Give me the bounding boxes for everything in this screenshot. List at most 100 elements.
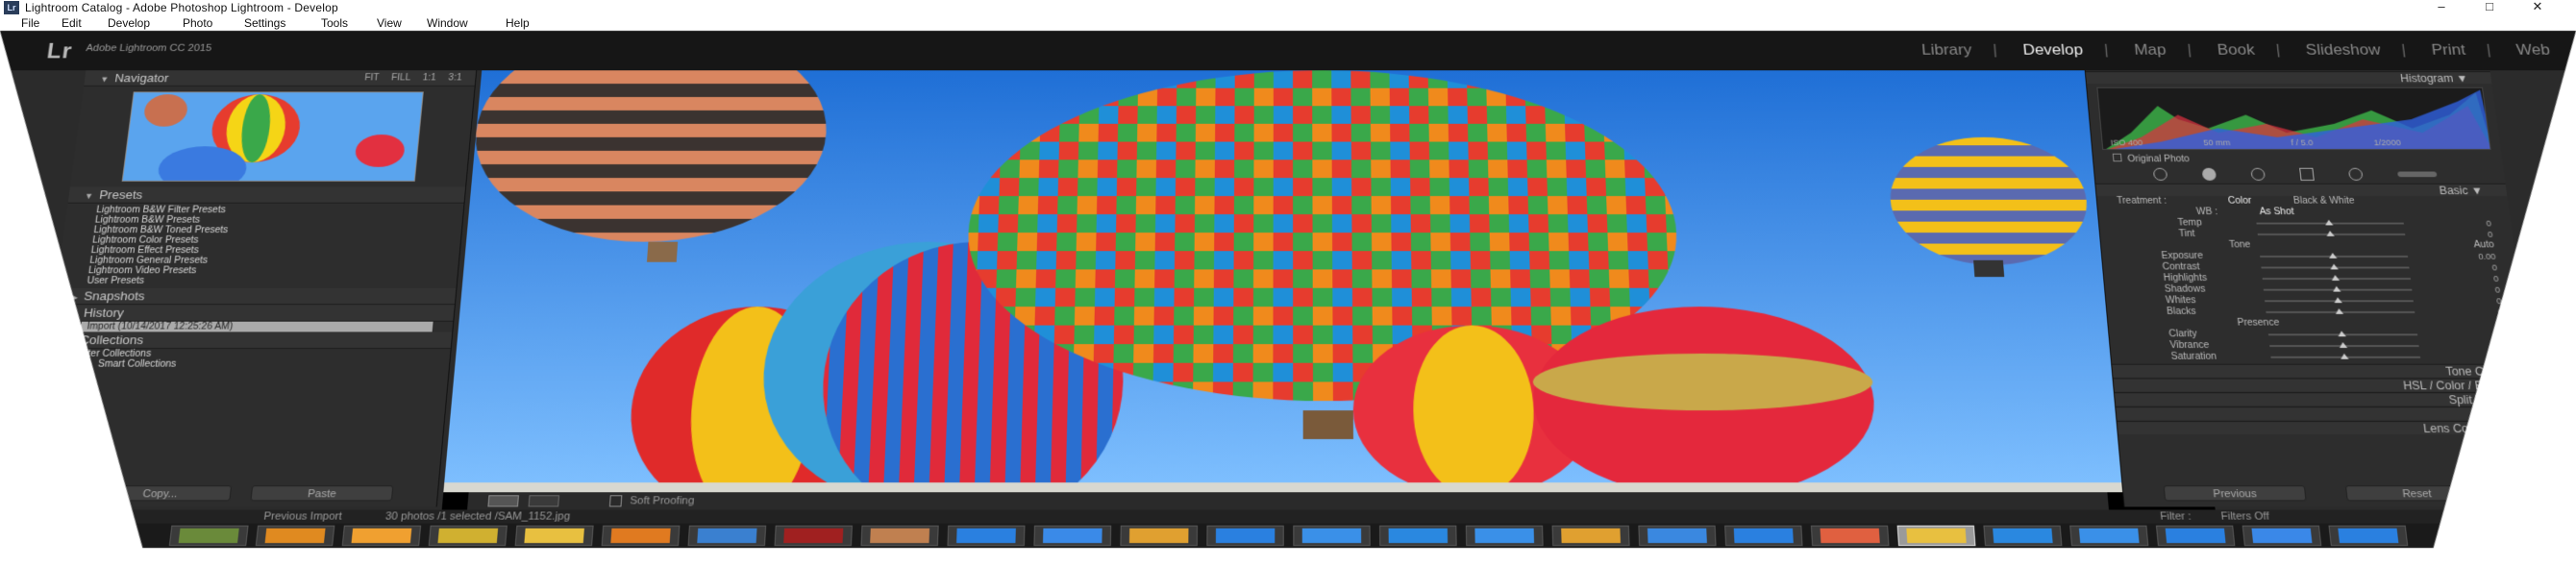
detail-header[interactable]: Detail xyxy=(2116,406,2538,420)
module-slideshow[interactable]: Slideshow xyxy=(2305,41,2382,58)
filmstrip-thumb[interactable] xyxy=(1811,526,1890,546)
module-book[interactable]: Book xyxy=(2217,41,2256,58)
treatment-bw[interactable]: Black & White xyxy=(2292,196,2355,206)
paste-button[interactable]: Paste xyxy=(250,485,393,501)
history-item[interactable]: Import (10/14/2017 12:25:26 AM) xyxy=(81,322,433,332)
zoom-1-1[interactable]: 1:1 xyxy=(422,73,436,83)
split-toning-header[interactable]: Split Toning xyxy=(2115,392,2536,406)
filmstrip-thumb[interactable] xyxy=(860,526,938,546)
list-item[interactable]: Lightroom General Presets xyxy=(60,256,459,266)
filter-dropdown[interactable]: Filters Off xyxy=(2220,509,2270,523)
highlights-slider-row[interactable]: Highlights 0 xyxy=(2104,273,2519,284)
collection-item[interactable]: Smart Collections xyxy=(45,359,450,370)
filmstrip-thumb[interactable] xyxy=(1379,526,1457,546)
wb-dropdown[interactable]: As Shot xyxy=(2259,207,2294,216)
close-button[interactable]: ✕ xyxy=(2518,0,2557,15)
histogram[interactable]: ISO 400 50 mm f / 5.0 1/2000 xyxy=(2096,87,2490,150)
spot-removal-icon[interactable] xyxy=(2202,168,2217,181)
list-item[interactable]: Lightroom B&W Presets xyxy=(65,215,463,225)
navigator-preview[interactable] xyxy=(122,91,424,181)
shadows-slider-row[interactable]: Shadows 0 xyxy=(2105,284,2521,296)
filmstrip-thumb-selected[interactable] xyxy=(1897,526,1976,546)
filmstrip-thumb[interactable] xyxy=(1120,526,1198,546)
filmstrip-thumb[interactable] xyxy=(688,526,767,546)
auto-tone-button[interactable]: Auto xyxy=(2473,240,2495,251)
exposure-slider-row[interactable]: Exposure 0.00 xyxy=(2102,251,2516,262)
loupe-view-icon[interactable] xyxy=(487,495,519,506)
filmstrip-thumb[interactable] xyxy=(169,526,249,546)
zoom-fill[interactable]: FILL xyxy=(391,73,411,83)
menu-develop[interactable]: Develop xyxy=(108,15,150,31)
menu-photo[interactable]: Photo xyxy=(183,15,212,31)
menu-view[interactable]: View xyxy=(377,15,402,31)
whites-slider-row[interactable]: Whites 0 xyxy=(2106,295,2522,307)
navigator-header[interactable]: ▼ Navigator FIT FILL 1:1 3:1 xyxy=(84,70,476,86)
history-header[interactable]: ▼ History xyxy=(52,305,455,321)
filmstrip-thumb[interactable] xyxy=(2242,526,2322,546)
graduated-filter-icon[interactable] xyxy=(2299,168,2315,181)
list-item[interactable]: Lightroom Color Presets xyxy=(62,235,461,246)
list-item[interactable]: Lightroom B&W Filter Presets xyxy=(66,206,463,215)
module-develop[interactable]: Develop xyxy=(2022,41,2084,58)
photo-canvas[interactable] xyxy=(441,70,2216,516)
tone-curve-header[interactable]: Tone Curve xyxy=(2112,364,2532,378)
zoom-3-1[interactable]: 3:1 xyxy=(448,73,462,83)
filmstrip-thumb[interactable] xyxy=(1033,526,1111,546)
copy-button[interactable]: Copy... xyxy=(88,485,232,501)
filmstrip-thumb[interactable] xyxy=(256,526,335,546)
previous-button[interactable]: Previous xyxy=(2164,485,2307,501)
filmstrip-thumb[interactable] xyxy=(1552,526,1630,546)
basic-header[interactable]: Basic ▼ xyxy=(2095,184,2507,196)
snapshots-header[interactable]: ▶ Snapshots xyxy=(54,288,456,305)
list-item[interactable]: Lightroom B&W Toned Presets xyxy=(63,225,461,234)
left-panel-toggle-icon[interactable]: ◀ xyxy=(22,274,33,287)
module-print[interactable]: Print xyxy=(2431,41,2466,58)
module-library[interactable]: Library xyxy=(1921,41,1972,58)
filmstrip-thumb[interactable] xyxy=(1983,526,2062,546)
filmstrip-thumb[interactable] xyxy=(342,526,421,546)
filmstrip-thumb[interactable] xyxy=(947,526,1025,546)
filmstrip-thumb[interactable] xyxy=(2069,526,2148,546)
filmstrip-source[interactable]: Previous Import xyxy=(263,509,343,523)
list-item[interactable]: Lightroom Video Presets xyxy=(58,266,458,277)
filmstrip-thumb[interactable] xyxy=(429,526,508,546)
filmstrip-thumb[interactable] xyxy=(775,526,853,546)
soft-proofing-checkbox[interactable] xyxy=(609,495,623,506)
clarity-slider-row[interactable]: Clarity 0 xyxy=(2109,329,2527,340)
vibrance-slider-row[interactable]: Vibrance 0 xyxy=(2110,340,2528,352)
filmstrip-thumb[interactable] xyxy=(2328,526,2408,546)
list-item[interactable]: Lightroom Effect Presets xyxy=(61,245,459,256)
filmstrip-thumb[interactable] xyxy=(1638,526,1716,546)
original-photo-toggle[interactable]: Original Photo xyxy=(2093,154,2502,164)
hsl-header[interactable]: HSL / Color / B & W xyxy=(2114,378,2534,391)
crop-tool-icon[interactable] xyxy=(2153,168,2168,181)
filmstrip-thumb[interactable] xyxy=(1466,526,1544,546)
histogram-header[interactable]: Histogram ▼ xyxy=(2086,71,2492,84)
blacks-slider-row[interactable]: Blacks 0 xyxy=(2107,307,2524,318)
treatment-color[interactable]: Color xyxy=(2228,196,2252,206)
menu-tools[interactable]: Tools xyxy=(321,15,348,31)
filmstrip-thumb[interactable] xyxy=(1293,526,1370,546)
menu-settings[interactable]: Settings xyxy=(244,15,285,31)
right-panel-toggle-icon[interactable]: ▶ xyxy=(2543,274,2554,287)
minimize-button[interactable]: – xyxy=(2422,0,2461,15)
zoom-fit[interactable]: FIT xyxy=(364,73,380,83)
presets-header[interactable]: ▼ Presets xyxy=(68,187,465,204)
module-map[interactable]: Map xyxy=(2133,41,2167,58)
adjustment-brush-icon[interactable] xyxy=(2397,172,2437,178)
menu-edit[interactable]: Edit xyxy=(62,15,82,31)
reset-button[interactable]: Reset xyxy=(2345,485,2489,501)
filmstrip-thumb[interactable] xyxy=(1206,526,1283,546)
before-after-icon[interactable] xyxy=(529,495,560,506)
tint-slider-row[interactable]: Tint 0 xyxy=(2100,229,2514,239)
collection-item[interactable]: Filter Collections xyxy=(47,349,451,359)
filmstrip-thumb[interactable] xyxy=(515,526,594,546)
saturation-slider-row[interactable]: Saturation 0 xyxy=(2111,352,2530,363)
module-web[interactable]: Web xyxy=(2515,41,2551,58)
filmstrip-thumb[interactable] xyxy=(2156,526,2235,546)
menu-window[interactable]: Window xyxy=(427,15,468,31)
list-item[interactable]: User Presets xyxy=(57,276,458,286)
temp-slider-row[interactable]: Temp 0 xyxy=(2099,218,2512,229)
lens-corrections-header[interactable]: Lens Corrections xyxy=(2118,421,2539,434)
filmstrip-thumb[interactable] xyxy=(602,526,681,546)
